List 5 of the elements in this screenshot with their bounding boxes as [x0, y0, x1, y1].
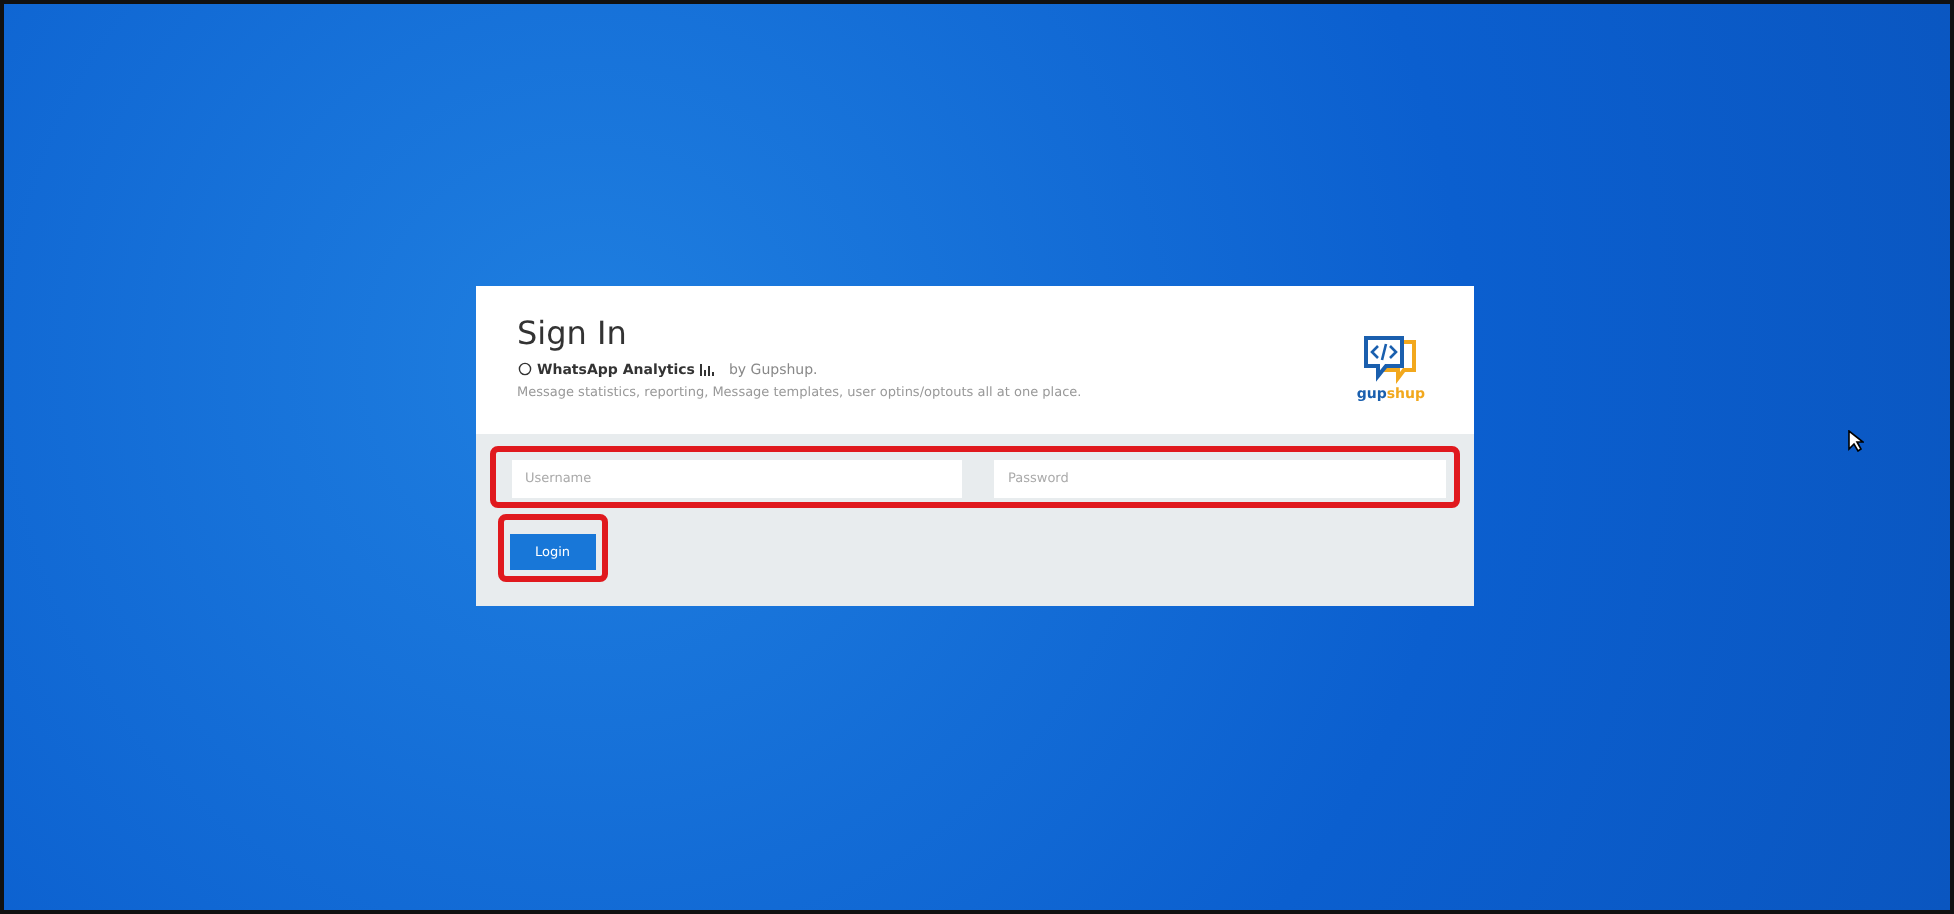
card-title: Sign In [517, 313, 629, 351]
bar-chart-icon [700, 363, 715, 375]
chat-bubbles-code-icon [1362, 333, 1419, 385]
mouse-pointer-icon [1848, 430, 1864, 452]
chat-icon [517, 362, 531, 376]
